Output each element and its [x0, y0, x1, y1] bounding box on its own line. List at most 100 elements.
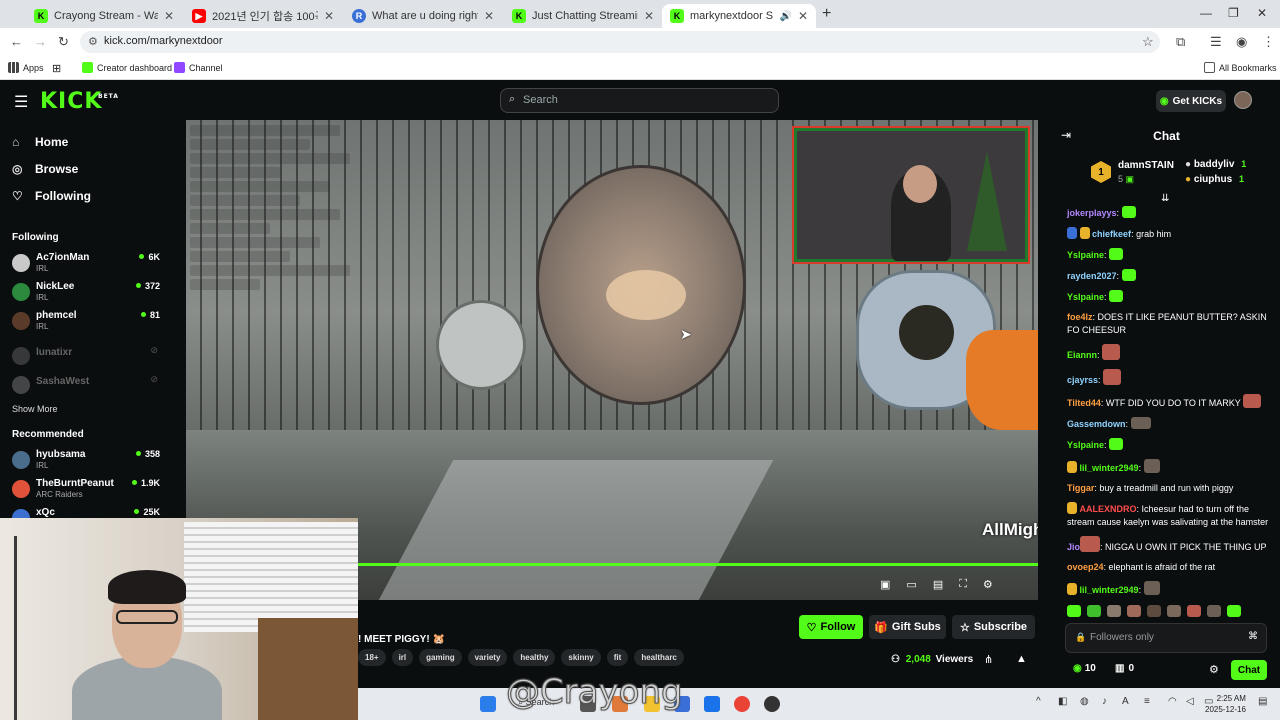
chrome-icon[interactable] [734, 696, 750, 712]
bookmark-channel[interactable]: Channel [174, 62, 223, 73]
chat-username[interactable]: Jio [1067, 542, 1080, 552]
microphone-icon[interactable]: ♪ [1102, 696, 1107, 707]
emote-picker-icon[interactable]: ⌘ [1248, 631, 1258, 642]
emote-icon[interactable] [1127, 605, 1141, 617]
emote-icon[interactable] [1107, 605, 1121, 617]
profile-icon[interactable]: ◉ [1236, 34, 1247, 50]
minimize-icon[interactable]: — [1200, 6, 1212, 20]
close-tab-icon[interactable]: ✕ [484, 9, 494, 23]
close-tab-icon[interactable]: ✕ [798, 9, 808, 23]
chat-username[interactable]: Tiggar [1067, 483, 1094, 493]
url-bar[interactable]: ⚙ kick.com/markynextdoor [80, 31, 1160, 53]
maximize-icon[interactable]: ❐ [1228, 6, 1239, 20]
miniplayer-icon[interactable]: ▣ [880, 578, 890, 594]
following-channel[interactable]: NickLee IRL 372 [12, 281, 160, 307]
share-icon[interactable]: ⋔ [984, 653, 993, 666]
chat-username[interactable]: AALEXNDRO [1080, 504, 1137, 514]
close-tab-icon[interactable]: ✕ [324, 9, 334, 23]
report-icon[interactable]: ▲ [1016, 653, 1027, 665]
chat-username[interactable]: lil_winter2949 [1080, 585, 1139, 595]
browser-tab[interactable]: K Crayong Stream - Watch Live o ✕ [26, 4, 182, 28]
chat-username[interactable]: cjayrss [1067, 375, 1098, 385]
nav-home[interactable]: ⌂ Home [12, 135, 68, 149]
kick-logo[interactable]: KICK BETA [40, 89, 118, 114]
scroll-to-bottom-icon[interactable]: ⇊ [1161, 193, 1169, 204]
chat-username[interactable]: lil_winter2949 [1080, 463, 1139, 473]
show-more-link[interactable]: Show More [12, 404, 58, 414]
chat-username[interactable]: Yslpaine [1067, 440, 1104, 450]
chat-username[interactable]: foe4lz [1067, 312, 1093, 322]
nav-browse[interactable]: ◎ Browse [12, 162, 78, 176]
tab-groups-icon[interactable]: ⊞ [52, 62, 61, 75]
fullscreen-icon[interactable]: ⛶ [959, 578, 967, 594]
tag[interactable]: gaming [419, 649, 462, 666]
cast-icon[interactable]: ▤ [933, 578, 943, 594]
chat-username[interactable]: Eiannn [1067, 350, 1097, 360]
taskbar-clock[interactable]: 2:25 AM 2025-12-16 [1205, 693, 1246, 715]
close-tab-icon[interactable]: ✕ [164, 9, 174, 23]
gift-subs-button[interactable]: 🎁 Gift Subs [869, 615, 946, 639]
chat-username[interactable]: chiefkeef [1092, 229, 1131, 239]
recommended-channel[interactable]: hyubsama IRL 358 [12, 449, 160, 475]
ime-icon[interactable]: ≡ [1144, 696, 1150, 707]
bookmark-apps[interactable]: Apps [8, 62, 44, 73]
follow-button[interactable]: ♡ Follow [799, 615, 863, 639]
search-input[interactable]: ⌕ Search [500, 88, 779, 113]
emote-icon[interactable] [1087, 605, 1101, 617]
gifter-name[interactable]: damnSTAIN [1118, 160, 1174, 171]
wifi-icon[interactable]: ◠ [1168, 696, 1177, 707]
chat-send-button[interactable]: Chat [1231, 660, 1267, 680]
emote-icon[interactable] [1187, 605, 1201, 617]
chat-username[interactable]: Tilted44 [1067, 398, 1101, 408]
tag[interactable]: variety [467, 649, 508, 666]
theater-icon[interactable]: ▭ [906, 578, 916, 594]
close-tab-icon[interactable]: ✕ [644, 9, 654, 23]
settings-icon[interactable]: ⚙ [983, 578, 993, 594]
app-icon[interactable] [764, 696, 780, 712]
browser-tab[interactable]: ▶ 2021년 인기 합송 100곡 모두 # ✕ [184, 4, 342, 28]
get-kicks-button[interactable]: ◉ Get KICKs [1156, 90, 1226, 112]
menu-icon[interactable]: ⋮ [1262, 34, 1275, 50]
new-tab-button[interactable]: + [822, 5, 831, 23]
chat-username[interactable]: ovoep24 [1067, 562, 1104, 572]
nav-following[interactable]: ♡ Following [12, 189, 91, 203]
tray-chevron-icon[interactable]: ^ [1036, 696, 1041, 707]
tag[interactable]: 18+ [358, 649, 386, 666]
speaker-icon[interactable]: 🔊 [779, 11, 791, 22]
all-bookmarks[interactable]: All Bookmarks [1204, 62, 1277, 73]
tab-search-icon[interactable]: ☰ [1210, 34, 1222, 50]
close-window-icon[interactable]: ✕ [1257, 6, 1267, 20]
emote-icon[interactable] [1147, 605, 1161, 617]
back-icon[interactable]: ← [10, 34, 23, 49]
reload-icon[interactable]: ↻ [58, 34, 69, 50]
following-channel[interactable]: Ac7ionMan IRL 6K [12, 252, 160, 278]
following-channel[interactable]: phemcel IRL 81 [12, 310, 160, 336]
chat-input[interactable]: 🔒 Followers only ⌘ [1065, 623, 1267, 653]
inventory-balance[interactable]: ▥ 0 [1115, 663, 1134, 674]
chat-username[interactable]: Yslpaine [1067, 292, 1104, 302]
user-avatar[interactable] [1234, 91, 1252, 109]
chat-username[interactable]: Yslpaine [1067, 250, 1104, 260]
bookmark-star-icon[interactable]: ☆ [1142, 34, 1154, 50]
volume-icon[interactable]: ◁ [1186, 696, 1194, 707]
notification-icon[interactable]: ▤ [1258, 696, 1267, 707]
emote-icon[interactable] [1067, 605, 1081, 617]
browser-tab-active[interactable]: K markynextdoor Stream - W 🔊 ✕ [662, 4, 816, 28]
extensions-icon[interactable]: ⧉ [1176, 34, 1185, 50]
kicks-balance[interactable]: ◉ 10 [1073, 663, 1096, 674]
subscribe-button[interactable]: ☆ Subscribe [952, 615, 1035, 639]
following-channel-offline[interactable]: SashaWest ⊘ [12, 374, 160, 400]
gifter-entry[interactable]: ● ciuphus 1 [1185, 174, 1244, 185]
windows-start-icon[interactable] [480, 696, 496, 712]
outlook-icon[interactable] [704, 696, 720, 712]
tag[interactable]: skinny [561, 649, 601, 666]
following-channel-offline[interactable]: lunatixr ⊘ [12, 345, 160, 371]
tag[interactable]: healthy [513, 649, 556, 666]
tag[interactable]: irl [391, 649, 414, 666]
chat-username[interactable]: rayden2027 [1067, 271, 1117, 281]
hamburger-menu-icon[interactable]: ☰ [14, 92, 28, 112]
emote-icon[interactable] [1207, 605, 1221, 617]
player-progress-bar[interactable] [358, 563, 1038, 566]
tray-app-icon[interactable]: ◧ [1058, 696, 1067, 707]
bookmark-creator-dashboard[interactable]: Creator dashboard [82, 62, 172, 73]
